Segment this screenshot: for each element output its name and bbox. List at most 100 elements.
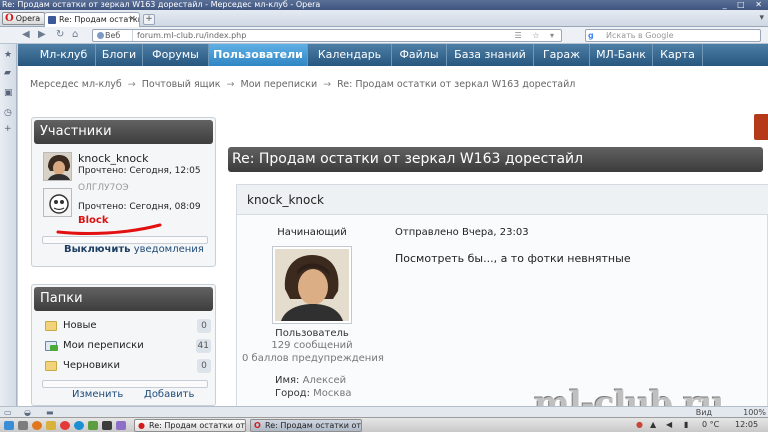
red-underline-annotation bbox=[56, 223, 162, 235]
author-city-line: Город: Москва bbox=[275, 388, 351, 399]
nav-item-calendar[interactable]: Календарь bbox=[308, 44, 392, 66]
breadcrumb-arrow-icon: → bbox=[226, 79, 235, 90]
breadcrumb-link-club[interactable]: Мерседес мл-клуб bbox=[30, 79, 122, 90]
participant-read-time: Прочтено: Сегодня, 12:05 bbox=[78, 166, 201, 176]
web-page: Мл-клуб Блоги Форумы Пользователи Календ… bbox=[18, 44, 768, 406]
tab-close-icon[interactable]: × bbox=[128, 13, 136, 26]
avatar[interactable] bbox=[43, 188, 72, 217]
taskbar-window-button[interactable]: ● Re: Продам остатки от з... bbox=[134, 419, 246, 432]
history-icon[interactable]: ◷ bbox=[4, 108, 12, 118]
participant-name[interactable]: knock_knock bbox=[78, 152, 148, 165]
notification-divider bbox=[42, 236, 208, 244]
disable-notifications-link[interactable]: Выключить уведомления bbox=[64, 244, 204, 255]
nav-item-ml-club[interactable]: Мл-клуб bbox=[32, 44, 96, 66]
bookmarks-icon[interactable]: ★ bbox=[4, 50, 12, 60]
add-panel-icon[interactable]: + bbox=[4, 124, 12, 134]
window-title: Re: Продам остатки от зеркал W163 дорест… bbox=[2, 0, 321, 9]
address-field[interactable]: Веб forum.ml-club.ru/index.php ☰ ☆ ▾ bbox=[92, 29, 562, 42]
sync-icon[interactable]: ▬ bbox=[46, 408, 54, 417]
disable-notifications-bold: Выключить bbox=[64, 244, 131, 255]
opera-menu-button[interactable]: O Opera bbox=[2, 12, 46, 25]
folder-item-new[interactable]: Новые 0 bbox=[45, 319, 211, 335]
reload-icon[interactable]: ↻ bbox=[56, 29, 64, 40]
author-user-type: Пользователь bbox=[275, 328, 349, 339]
start-menu-icon[interactable] bbox=[4, 421, 14, 430]
panel-toggle-icon[interactable]: ▭ bbox=[4, 408, 12, 417]
desktop-icon[interactable] bbox=[18, 421, 28, 430]
reply-button[interactable] bbox=[754, 114, 768, 140]
author-photo[interactable] bbox=[272, 246, 352, 324]
notes-icon[interactable]: ▰ bbox=[4, 68, 11, 78]
folder-item-drafts[interactable]: Черновики 0 bbox=[45, 359, 211, 375]
tray-volume-icon[interactable]: ◀ bbox=[666, 420, 672, 429]
browser-tab[interactable]: Re: Продам остатки ... × bbox=[44, 12, 140, 27]
nav-item-users[interactable]: Пользователи bbox=[209, 44, 308, 66]
nav-item-blogs[interactable]: Блоги bbox=[96, 44, 143, 66]
app-icon[interactable] bbox=[88, 421, 98, 430]
files-icon[interactable] bbox=[46, 421, 56, 430]
nav-item-forums[interactable]: Форумы bbox=[143, 44, 209, 66]
post-author-link[interactable]: knock_knock bbox=[247, 193, 324, 207]
window-controls[interactable]: _ □ ✕ bbox=[723, 0, 766, 10]
mail-folder-icon bbox=[45, 341, 58, 351]
downloads-icon[interactable]: ▣ bbox=[4, 88, 13, 98]
participants-title: Участники bbox=[34, 120, 213, 144]
tab-menu-icon[interactable]: ▾ bbox=[759, 13, 764, 23]
nav-item-files[interactable]: Файлы bbox=[392, 44, 447, 66]
post-message: Посмотреть бы..., а то фотки невнятные bbox=[395, 252, 631, 265]
firefox-icon[interactable] bbox=[32, 421, 42, 430]
nav-item-map[interactable]: Карта bbox=[653, 44, 703, 66]
author-warning-points: 0 баллов предупреждения bbox=[242, 353, 384, 364]
tray-battery-icon[interactable]: ▮ bbox=[684, 420, 688, 429]
new-tab-button[interactable]: + bbox=[143, 14, 155, 25]
avatar[interactable] bbox=[43, 152, 72, 181]
address-toolbar: ◀ ▶ ↻ ⌂ Веб forum.ml-club.ru/index.php ☰… bbox=[0, 27, 768, 44]
zoom-level[interactable]: 100% bbox=[743, 408, 766, 417]
clock[interactable]: 12:05 bbox=[735, 420, 758, 429]
taskbar-window-title: Re: Продам остатки от з... bbox=[265, 421, 362, 430]
disable-notifications-rest: уведомления bbox=[133, 244, 204, 255]
opera-icon[interactable] bbox=[60, 421, 70, 430]
thread-title: Re: Продам остатки от зеркал W163 дорест… bbox=[228, 147, 763, 172]
address-actions[interactable]: ☰ ☆ ▾ bbox=[515, 30, 558, 41]
folder-count: 0 bbox=[197, 359, 211, 373]
forward-icon[interactable]: ▶ bbox=[38, 29, 46, 40]
nav-item-knowledge-base[interactable]: База знаний bbox=[447, 44, 534, 66]
nav-item-ml-bank[interactable]: МЛ-Банк bbox=[590, 44, 653, 66]
site-favicon-icon bbox=[48, 16, 56, 24]
breadcrumb-link-mailbox[interactable]: Почтовый ящик bbox=[142, 79, 221, 90]
settings-icon[interactable] bbox=[116, 421, 126, 430]
site-navigation: Мл-клуб Блоги Форумы Пользователи Календ… bbox=[18, 44, 768, 66]
url-badge: Веб bbox=[95, 30, 133, 41]
breadcrumb-current: Re: Продам остатки от зеркал W163 дорест… bbox=[337, 79, 576, 90]
folder-item-conversations[interactable]: Мои переписки 41 bbox=[45, 339, 211, 355]
participant-row: knock_knock Прочтено: Сегодня, 12:05 bbox=[43, 152, 213, 182]
author-city-value: Москва bbox=[313, 388, 352, 399]
back-icon[interactable]: ◀ bbox=[22, 29, 30, 40]
edit-folders-link[interactable]: Изменить bbox=[72, 389, 123, 400]
os-taskbar: ● Re: Продам остатки от з... O Re: Прода… bbox=[0, 417, 768, 432]
weather-temperature[interactable]: 0 °C bbox=[702, 420, 719, 429]
home-icon[interactable]: ⌂ bbox=[72, 29, 78, 40]
breadcrumb-link-conversations[interactable]: Мои переписки bbox=[241, 79, 318, 90]
taskbar-window-button[interactable]: O Re: Продам остатки от з... bbox=[250, 419, 362, 432]
search-field[interactable]: g Искать в Google bbox=[585, 29, 761, 42]
tray-network-icon[interactable]: ▲ bbox=[650, 420, 656, 429]
folder-icon bbox=[45, 321, 57, 331]
add-folder-link[interactable]: Добавить bbox=[144, 389, 194, 400]
author-city-label: Город: bbox=[275, 388, 310, 399]
view-button[interactable]: Вид bbox=[696, 408, 712, 417]
nav-item-garage[interactable]: Гараж bbox=[534, 44, 590, 66]
tray-alert-icon[interactable]: ● bbox=[636, 420, 643, 429]
post-date: Отправлено Вчера, 23:03 bbox=[395, 227, 529, 238]
skype-icon[interactable] bbox=[74, 421, 84, 430]
participant-name[interactable]: ОЛГЛУ7ОЭ bbox=[78, 183, 129, 193]
tab-strip: O Opera Re: Продам остатки ... × + ▾ bbox=[0, 10, 768, 27]
terminal-icon[interactable] bbox=[102, 421, 112, 430]
opera-logo-icon: O bbox=[5, 13, 14, 24]
taskbar-window-title: Re: Продам остатки от з... bbox=[149, 421, 246, 430]
turbo-icon[interactable]: ◒ bbox=[24, 408, 31, 417]
opera-small-icon: O bbox=[254, 421, 261, 430]
folder-label: Мои переписки bbox=[63, 340, 144, 351]
breadcrumb-arrow-icon: → bbox=[323, 79, 332, 90]
